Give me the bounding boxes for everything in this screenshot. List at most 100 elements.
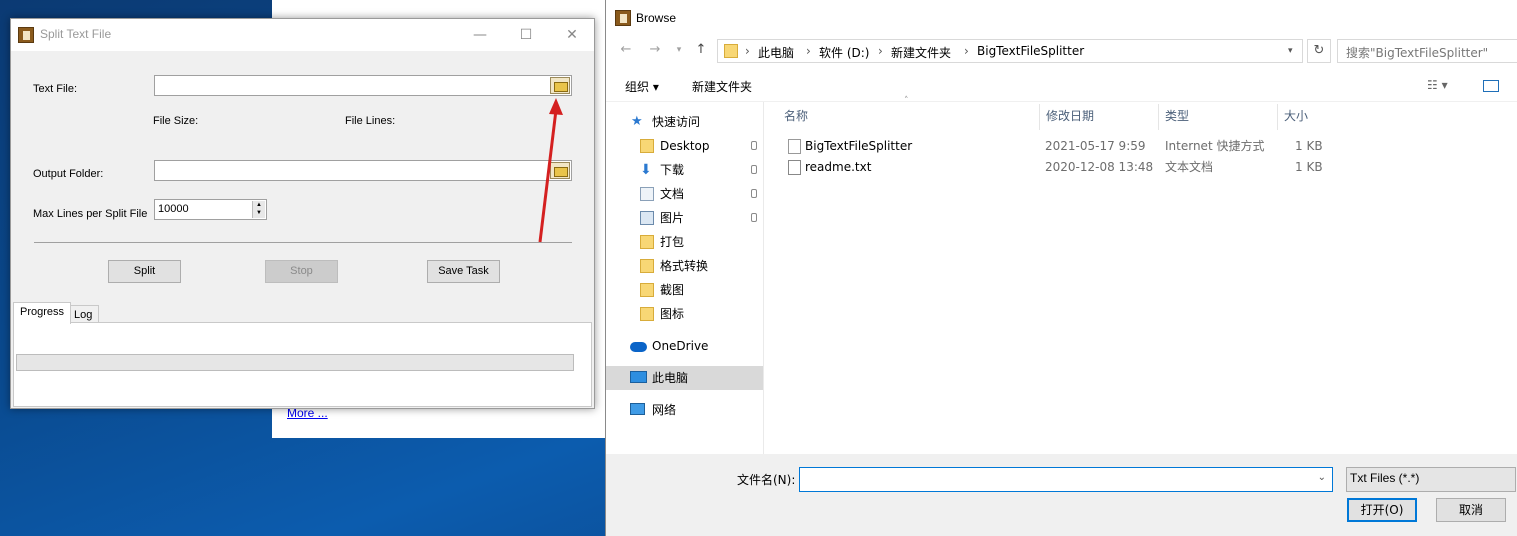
stop-button[interactable]: Stop — [265, 260, 338, 283]
forward-arrow-icon[interactable]: → — [645, 40, 665, 60]
nav-label: Desktop — [660, 139, 710, 153]
file-row[interactable]: readme.txt 2020-12-08 13:48 文本文档 1 KB — [780, 157, 1360, 178]
browse-folder-icon[interactable] — [550, 77, 570, 94]
nav-item-pictures[interactable]: 图片 — [606, 206, 763, 230]
nav-item-folder[interactable]: 打包 — [606, 230, 763, 254]
back-arrow-icon[interactable]: ← — [616, 40, 636, 60]
nav-network[interactable]: 网络 — [606, 398, 763, 422]
max-lines-value: 10000 — [158, 203, 189, 215]
breadcrumb-separator-icon: › — [806, 44, 811, 58]
folder-icon — [640, 307, 654, 321]
dialog-footer: 文件名(N): ⌄ Txt Files (*.*) 打开(O) 取消 — [606, 454, 1517, 536]
column-size[interactable]: 大小 — [1278, 104, 1358, 130]
file-modified: 2020-12-08 13:48 — [1045, 160, 1154, 174]
recent-dropdown-icon[interactable]: ▾ — [669, 40, 689, 60]
breadcrumb-item[interactable]: BigTextFileSplitter — [977, 44, 1084, 58]
minimize-button[interactable]: — — [457, 19, 503, 51]
nav-onedrive[interactable]: OneDrive — [606, 334, 763, 358]
nav-label: 打包 — [660, 235, 685, 249]
file-type-filter[interactable]: Txt Files (*.*) — [1346, 467, 1516, 492]
nav-label: 图标 — [660, 307, 685, 321]
nav-this-pc[interactable]: 此电脑 — [606, 366, 763, 390]
file-type: Internet 快捷方式 — [1165, 139, 1265, 153]
max-lines-label: Max Lines per Split File — [33, 208, 148, 220]
text-file-input[interactable] — [154, 75, 572, 96]
text-file-label: Text File: — [33, 83, 78, 95]
network-icon — [630, 403, 645, 415]
address-bar[interactable]: › 此电脑 › 软件 (D:) › 新建文件夹 › BigTextFileSpl… — [717, 39, 1303, 63]
maximize-button[interactable]: ☐ — [503, 19, 549, 51]
view-options-icon[interactable]: ☷ ▾ — [1427, 78, 1448, 92]
file-row[interactable]: BigTextFileSplitter 2021-05-17 9:59 Inte… — [780, 136, 1360, 157]
new-folder-button[interactable]: 新建文件夹 — [692, 78, 752, 95]
tab-progress[interactable]: Progress — [13, 302, 72, 324]
filename-label: 文件名(N): — [737, 473, 796, 487]
title-bar: Split Text File — ☐ ✕ — [11, 19, 594, 51]
organize-button[interactable]: 组织 ▾ — [625, 78, 659, 95]
nav-label: 下载 — [660, 163, 685, 177]
nav-label: 文档 — [660, 187, 685, 201]
folder-icon — [640, 139, 654, 153]
filename-dropdown-icon[interactable]: ⌄ — [1318, 472, 1326, 483]
close-button[interactable]: ✕ — [549, 19, 595, 51]
column-name[interactable]: 名称 — [778, 104, 1040, 130]
split-text-file-window: Split Text File — ☐ ✕ Text File: File Si… — [10, 18, 595, 409]
file-type: 文本文档 — [1165, 160, 1214, 174]
folder-icon — [640, 283, 654, 297]
nav-label: 快速访问 — [652, 115, 701, 129]
nav-label: OneDrive — [652, 339, 709, 353]
navigation-pane: ★ 快速访问 Desktop ⬇ 下载 文档 图片 打包 格式转换 截图 图标 … — [606, 102, 764, 454]
output-folder-input[interactable] — [154, 160, 572, 181]
pin-icon — [751, 141, 757, 150]
column-type[interactable]: 类型 — [1159, 104, 1278, 130]
spinner-arrows-icon[interactable]: ▲ ▼ — [252, 201, 265, 218]
address-dropdown-icon[interactable]: ▾ — [1288, 46, 1293, 56]
up-arrow-icon[interactable]: ↑ — [691, 40, 711, 60]
nav-quick-access[interactable]: ★ 快速访问 — [606, 110, 763, 134]
star-icon: ★ — [631, 114, 643, 129]
nav-item-documents[interactable]: 文档 — [606, 182, 763, 206]
red-arrow-annotation — [538, 98, 563, 243]
breadcrumb-item[interactable]: 新建文件夹 — [891, 44, 951, 61]
nav-label: 图片 — [660, 211, 685, 225]
split-button[interactable]: Split — [108, 260, 181, 283]
file-name: readme.txt — [805, 160, 872, 174]
nav-label: 截图 — [660, 283, 685, 297]
column-modified[interactable]: 修改日期 — [1040, 104, 1159, 130]
nav-item-downloads[interactable]: ⬇ 下载 — [606, 158, 763, 182]
text-file-icon — [788, 160, 801, 175]
file-modified: 2021-05-17 9:59 — [1045, 139, 1146, 153]
save-task-button[interactable]: Save Task — [427, 260, 500, 283]
download-icon: ⬇ — [640, 162, 652, 178]
breadcrumb-separator-icon: › — [964, 44, 969, 58]
search-input[interactable]: 搜索"BigTextFileSplitter" — [1337, 39, 1517, 63]
breadcrumb-item[interactable]: 此电脑 — [758, 44, 794, 61]
breadcrumb-item[interactable]: 软件 (D:) — [819, 44, 869, 61]
pin-icon — [751, 213, 757, 222]
file-size: 1 KB — [1295, 160, 1323, 174]
folder-icon — [724, 44, 738, 58]
nav-item-desktop[interactable]: Desktop — [606, 134, 763, 158]
browse-dialog: Browse ← → ▾ ↑ › 此电脑 › 软件 (D:) › 新建文件夹 ›… — [605, 0, 1517, 536]
cancel-button[interactable]: 取消 — [1436, 498, 1506, 522]
refresh-icon[interactable]: ↻ — [1307, 39, 1331, 63]
nav-item-folder[interactable]: 图标 — [606, 302, 763, 326]
pictures-icon — [640, 211, 654, 225]
open-button[interactable]: 打开(O) — [1347, 498, 1417, 522]
breadcrumb-separator-icon: › — [878, 44, 883, 58]
file-lines-label: File Lines: — [345, 115, 396, 127]
nav-item-folder[interactable]: 格式转换 — [606, 254, 763, 278]
app-icon — [615, 10, 631, 26]
documents-icon — [640, 187, 654, 201]
app-icon — [18, 27, 34, 43]
internet-shortcut-icon — [788, 139, 801, 154]
dialog-title: Browse — [636, 11, 677, 25]
max-lines-spinner[interactable]: 10000 ▲ ▼ — [154, 199, 267, 220]
folder-icon — [640, 235, 654, 249]
preview-pane-icon[interactable] — [1483, 80, 1499, 92]
file-name: BigTextFileSplitter — [805, 139, 913, 153]
file-size: 1 KB — [1295, 139, 1323, 153]
nav-item-folder[interactable]: 截图 — [606, 278, 763, 302]
filename-input[interactable]: ⌄ — [799, 467, 1333, 492]
folder-icon — [640, 259, 654, 273]
